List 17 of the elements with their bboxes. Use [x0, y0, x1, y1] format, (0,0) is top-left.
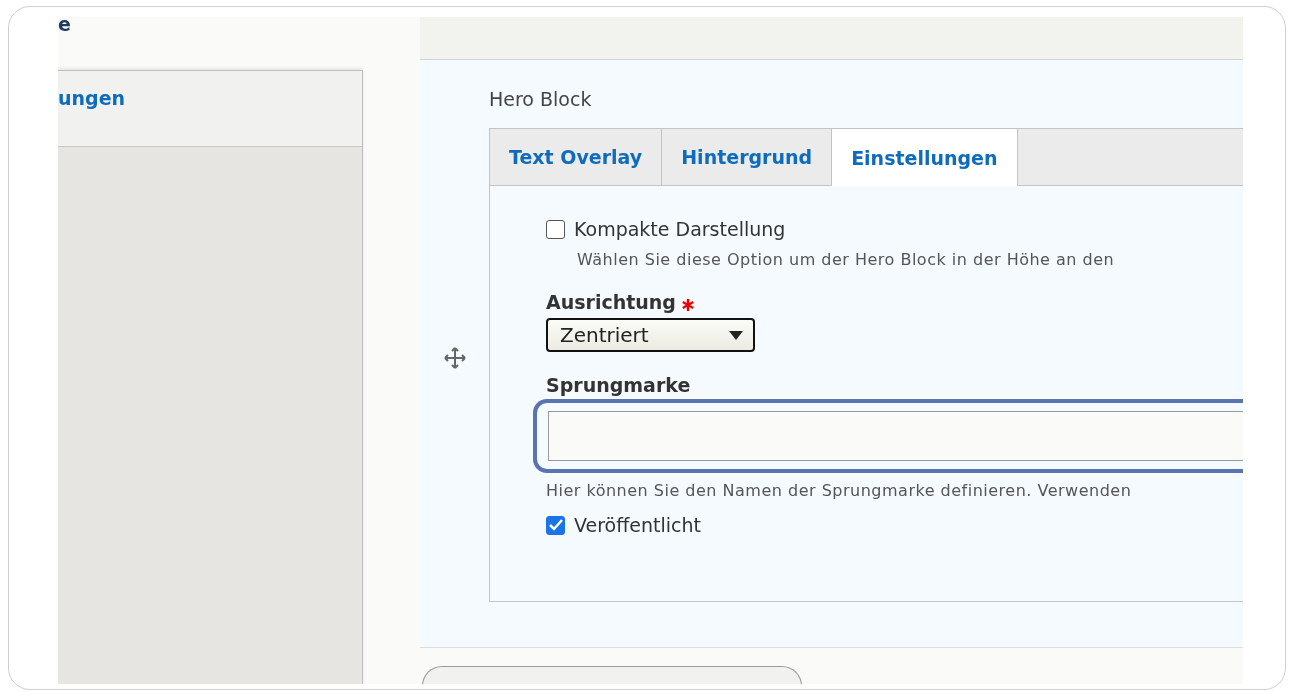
checkbox[interactable]	[546, 219, 565, 239]
section-heading: e	[58, 17, 71, 35]
alignment-select[interactable]: Zentriert	[546, 318, 755, 352]
checkbox[interactable]	[546, 515, 565, 535]
drag-handle-icon[interactable]	[443, 346, 466, 369]
anchor-input[interactable]	[548, 411, 1243, 461]
paragraph-title: Hero Block	[489, 88, 593, 110]
checkbox-label: Veröffentlicht	[574, 514, 701, 536]
caret-icon	[729, 330, 743, 340]
tab[interactable]: Text Overlay	[490, 129, 663, 185]
sidebar-link[interactable]: ungen	[58, 87, 126, 109]
field-description: Hier können Sie den Namen der Sprungmarke definieren. Verwenden	[546, 481, 1133, 500]
field-label: Ausrichtung	[546, 291, 676, 315]
checkbox-label: Kompakte Darstellung	[574, 218, 786, 240]
tab[interactable]: Einstellungen	[832, 129, 1018, 186]
field-description: Wählen Sie diese Option um der Hero Block in der Höhe an den	[577, 250, 1116, 269]
field-label: Sprungmarke	[546, 374, 691, 396]
